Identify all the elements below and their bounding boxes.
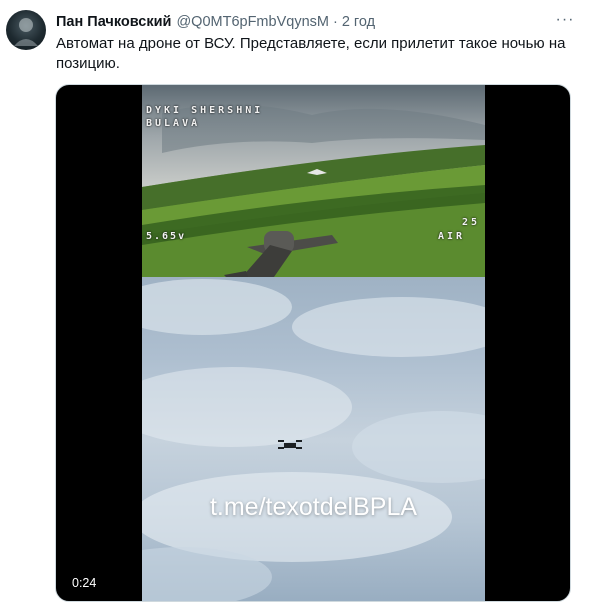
- avatar-image: [14, 18, 38, 46]
- author-handle[interactable]: @Q0MT6pFmbVqynsM: [176, 14, 329, 30]
- video-play-area[interactable]: [56, 85, 570, 601]
- more-horizontal-icon: ···: [555, 11, 575, 28]
- separator-dot: ·: [332, 14, 338, 30]
- author-display-name[interactable]: Пан Пачковский: [56, 14, 171, 30]
- tweet-timestamp[interactable]: 2 год: [342, 14, 375, 30]
- tweet-card[interactable]: Пан Пачковский @Q0MT6pFmbVqynsM · 2 год …: [0, 0, 591, 606]
- tweet-header: Пан Пачковский @Q0MT6pFmbVqynsM · 2 год: [56, 12, 581, 32]
- tweet-video[interactable]: DYKI SHERSHNI BULAVA 5.65v 25 AIR t.me/t…: [55, 84, 571, 602]
- more-options-button[interactable]: ···: [555, 10, 575, 30]
- tweet-text: Автомат на дроне от ВСУ. Представляете, …: [56, 35, 566, 72]
- avatar[interactable]: [6, 10, 46, 50]
